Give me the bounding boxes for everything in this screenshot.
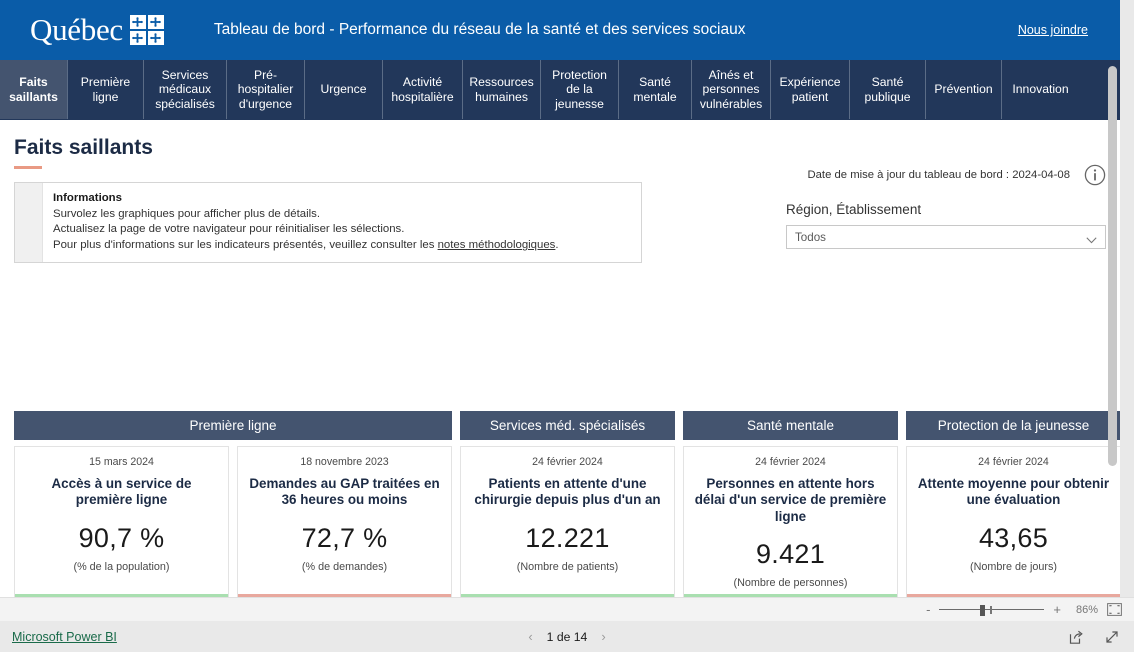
zoom-slider-handle[interactable] <box>980 604 986 616</box>
tab-prevention[interactable]: Prévention <box>926 60 1002 119</box>
info-icon[interactable] <box>1084 164 1106 186</box>
powerbi-footer: Microsoft Power BI ‹ 1 de 14 › <box>0 621 1134 652</box>
tab-sante-publique[interactable]: Santé publique <box>850 60 926 119</box>
infobox-line-3: Pour plus d'informations sur les indicat… <box>53 238 559 254</box>
group-header: Services méd. spécialisés <box>460 411 675 440</box>
update-date-row: Date de mise à jour du tableau de bord :… <box>786 164 1106 186</box>
group-header: Protection de la jeunesse <box>906 411 1120 440</box>
main-nav: Faits saillants Première ligne Services … <box>0 60 1120 120</box>
quebec-logo: Québec <box>30 12 164 48</box>
zoom-in-button[interactable]: + <box>1053 603 1061 616</box>
card-date: 24 février 2024 <box>532 456 603 468</box>
app-title: Tableau de bord - Performance du réseau … <box>213 21 746 38</box>
filter-column: Date de mise à jour du tableau de bord :… <box>786 164 1106 249</box>
fullscreen-icon[interactable] <box>1104 629 1120 645</box>
zoom-slider[interactable] <box>939 604 1045 616</box>
tab-premiere-ligne[interactable]: Première ligne <box>68 60 144 119</box>
header-bar: Québec Tableau de bord - Performance du … <box>0 0 1120 60</box>
tab-prehospitalier-urgence[interactable]: Pré-hospitalier d'urgence <box>227 60 305 119</box>
page-indicator: 1 de 14 <box>546 629 588 644</box>
dashboard-app: Québec Tableau de bord - Performance du … <box>0 0 1134 652</box>
card-value: 9.421 <box>755 539 826 570</box>
card-unit: (Nombre de patients) <box>516 560 619 573</box>
kpi-card[interactable]: 24 février 2024 Attente moyenne pour obt… <box>906 446 1120 597</box>
title-underline <box>14 166 42 169</box>
infobox-line-2: Actualisez la page de votre navigateur p… <box>53 223 405 236</box>
tab-ressources-humaines[interactable]: Ressources humaines <box>463 60 541 119</box>
kpi-card[interactable]: 24 février 2024 Patients en attente d'un… <box>460 446 675 597</box>
tab-experience-patient[interactable]: Expérience patient <box>771 60 850 119</box>
kpi-card-area: Première ligne 15 mars 2024 Accès à un s… <box>14 411 1120 597</box>
tab-activite-hospitaliere[interactable]: Activité hospitalière <box>383 60 463 119</box>
report-canvas: Québec Tableau de bord - Performance du … <box>0 0 1120 597</box>
card-title: Personnes en attente hors délai d'un ser… <box>694 476 887 524</box>
group-header: Première ligne <box>14 411 452 440</box>
tab-innovation[interactable]: Innovation <box>1002 60 1079 119</box>
contact-link[interactable]: Nous joindre <box>1018 23 1088 37</box>
kpi-card[interactable]: 18 novembre 2023 Demandes au GAP traitée… <box>237 446 452 597</box>
dropdown-selected-value: Todos <box>795 230 826 244</box>
card-value: 72,7 % <box>301 522 388 553</box>
page-navigation: ‹ 1 de 14 › <box>528 629 605 644</box>
next-page-button[interactable]: › <box>601 629 605 644</box>
card-value: 90,7 % <box>78 522 165 553</box>
information-panel: Informations Survolez les graphiques pou… <box>14 182 642 263</box>
card-unit: (% de la population) <box>73 560 170 573</box>
infobox-side-strip <box>15 183 43 262</box>
chevron-down-icon <box>1086 234 1097 243</box>
card-value: 12.221 <box>525 522 610 553</box>
zoom-toolbar: - + 86% <box>0 597 1134 621</box>
zoom-level-label: 86% <box>1075 603 1098 616</box>
tab-aines-personnes-vulnerables[interactable]: Aînés et personnes vulnérables <box>692 60 771 119</box>
kpi-group-premiere-ligne: Première ligne 15 mars 2024 Accès à un s… <box>14 411 452 597</box>
tab-urgence[interactable]: Urgence <box>305 60 383 119</box>
kpi-row-1: Première ligne 15 mars 2024 Accès à un s… <box>14 411 1120 597</box>
tab-protection-jeunesse[interactable]: Protection de la jeunesse <box>541 60 619 119</box>
card-date: 15 mars 2024 <box>89 456 154 468</box>
kpi-card[interactable]: 24 février 2024 Personnes en attente hor… <box>683 446 898 597</box>
card-date: 18 novembre 2023 <box>300 456 389 468</box>
infobox-line-3-prefix: Pour plus d'informations sur les indicat… <box>53 239 438 252</box>
card-title: Patients en attente d'une chirurgie depu… <box>474 476 661 508</box>
card-unit: (% de demandes) <box>301 560 388 573</box>
region-etablissement-dropdown[interactable]: Todos <box>786 225 1106 249</box>
filter-label: Région, Établissement <box>786 202 922 217</box>
previous-page-button[interactable]: ‹ <box>528 629 532 644</box>
kpi-card[interactable]: 15 mars 2024 Accès à un service de premi… <box>14 446 229 597</box>
card-unit: (Nombre de personnes) <box>733 577 848 590</box>
tab-services-medicaux-specialises[interactable]: Services médicaux spécialisés <box>144 60 227 119</box>
footer-action-icons <box>1068 629 1120 645</box>
zoom-slider-tick <box>990 605 992 614</box>
share-icon[interactable] <box>1068 629 1084 645</box>
zoom-slider-track <box>939 608 1045 610</box>
card-title: Attente moyenne pour obtenir une évaluat… <box>917 476 1110 508</box>
vertical-scrollbar[interactable] <box>1108 66 1117 466</box>
infobox-line-1: Survolez les graphiques pour afficher pl… <box>53 207 320 220</box>
fit-to-screen-icon[interactable] <box>1107 603 1122 616</box>
kpi-group-sante-mentale: Santé mentale 24 février 2024 Personnes … <box>683 411 898 597</box>
card-date: 24 février 2024 <box>978 456 1049 468</box>
update-date-text: Date de mise à jour du tableau de bord :… <box>807 169 1070 181</box>
report-body: Faits saillants Informations Survolez le… <box>0 136 1120 597</box>
tab-sante-mentale[interactable]: Santé mentale <box>619 60 692 119</box>
zoom-out-button[interactable]: - <box>926 603 930 616</box>
card-unit: (Nombre de jours) <box>969 560 1057 573</box>
group-header: Santé mentale <box>683 411 898 440</box>
methodological-notes-link[interactable]: notes méthodologiques <box>438 239 556 251</box>
kpi-group-protection-jeunesse: Protection de la jeunesse 24 février 202… <box>906 411 1120 597</box>
tab-faits-saillants[interactable]: Faits saillants <box>0 60 68 119</box>
infobox-heading: Informations <box>53 192 122 204</box>
quebec-flag-icon <box>129 15 164 45</box>
infobox-line-3-suffix: . <box>555 239 559 252</box>
logo-wordmark: Québec <box>30 12 123 47</box>
kpi-group-services-medicaux: Services méd. spécialisés 24 février 202… <box>460 411 675 597</box>
card-value: 43,65 <box>978 522 1049 553</box>
page-title: Faits saillants <box>14 136 153 159</box>
powerbi-brand-link[interactable]: Microsoft Power BI <box>12 630 117 644</box>
card-title: Accès à un service de première ligne <box>51 476 192 508</box>
card-title: Demandes au GAP traitées en 36 heures ou… <box>249 476 440 508</box>
card-date: 24 février 2024 <box>755 456 826 468</box>
